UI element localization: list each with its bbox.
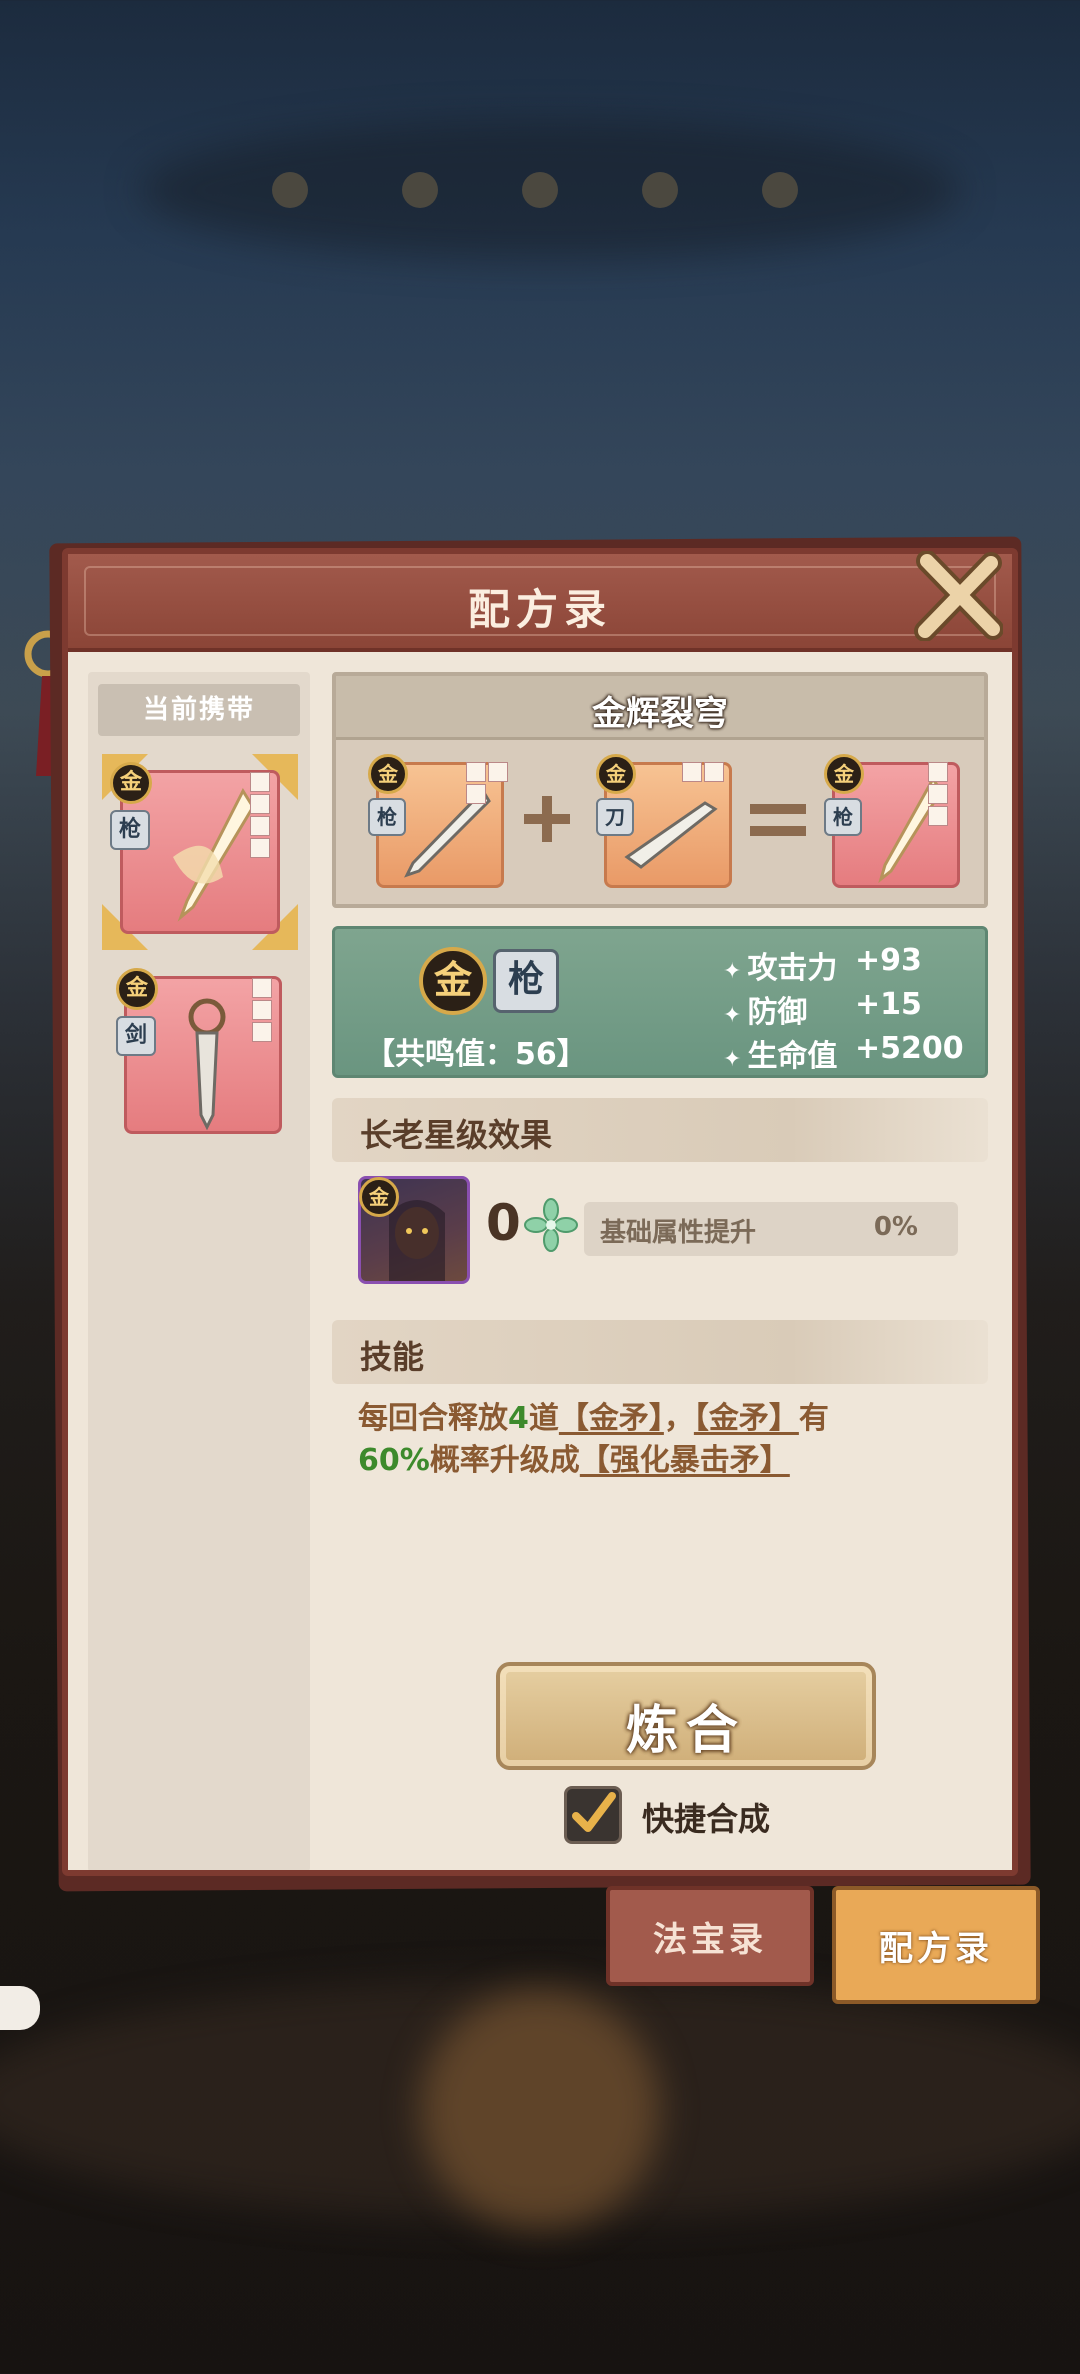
type-badge-large: 枪 bbox=[493, 949, 559, 1013]
grade-badge-large: 金 bbox=[419, 947, 487, 1015]
panel-header: 配方录 bbox=[68, 554, 1012, 652]
stat-defense: ✦ 防御 +15 bbox=[723, 987, 922, 1030]
plus-icon bbox=[524, 796, 570, 842]
equals-icon bbox=[750, 804, 806, 836]
attribute-boost-value: 0% bbox=[873, 1212, 918, 1242]
recipe-input-1[interactable]: 金 枪 bbox=[368, 754, 508, 890]
elder-avatar[interactable]: 金 bbox=[358, 1176, 470, 1284]
recipe-title-bar: 金辉裂穹 bbox=[336, 676, 984, 740]
chat-icon[interactable] bbox=[0, 1986, 40, 2030]
level-slots bbox=[250, 772, 270, 858]
elder-section-header: 长老星级效果 bbox=[332, 1098, 988, 1162]
type-badge: 剑 bbox=[116, 1016, 156, 1056]
tab-treasure-record[interactable]: 法宝录 bbox=[606, 1886, 814, 1986]
skill-section-title: 技能 bbox=[360, 1338, 425, 1376]
diamond-icon: ✦ bbox=[723, 959, 742, 984]
background-decoration bbox=[272, 172, 798, 208]
level-slots bbox=[928, 762, 948, 826]
star-count: 0 bbox=[486, 1194, 521, 1252]
blade-icon bbox=[624, 801, 718, 869]
type-badge: 枪 bbox=[368, 798, 406, 836]
recipe-panel: 配方录 当前携带 金 枪 金 剑 金辉裂穹 金 枪 金 刀 金 枪 金 枪 【共… bbox=[62, 548, 1018, 1876]
skill-link-golden-spear[interactable]: 【金矛】 bbox=[694, 1401, 799, 1436]
stat-hp: ✦ 生命值 +5200 bbox=[723, 1031, 964, 1074]
grade-badge: 金 bbox=[116, 968, 158, 1010]
skill-section-header: 技能 bbox=[332, 1320, 988, 1384]
spear-icon bbox=[173, 787, 255, 922]
diamond-icon: ✦ bbox=[723, 1003, 742, 1028]
attribute-boost-label: 基础属性提升 bbox=[600, 1218, 757, 1248]
skill-description: 每回合释放4道【金矛】，【金矛】有 60%概率升级成【强化暴击矛】 bbox=[358, 1401, 829, 1478]
tab-recipe-record[interactable]: 配方录 bbox=[832, 1886, 1040, 2004]
grade-badge: 金 bbox=[368, 754, 408, 794]
sword-icon bbox=[188, 998, 226, 1131]
grade-badge: 金 bbox=[359, 1177, 399, 1217]
grade-badge: 金 bbox=[110, 762, 152, 804]
panel-title: 配方录 bbox=[467, 585, 612, 634]
level-slots bbox=[466, 762, 508, 804]
item-stats: 金 枪 【共鸣值：56】 ✦ 攻击力 +93 ✦ 防御 +15 ✦ 生命值 +5200 bbox=[332, 926, 988, 1078]
grade-badge: 金 bbox=[596, 754, 636, 794]
quick-synth-checkbox[interactable] bbox=[564, 1786, 622, 1844]
carried-item-selected[interactable]: 金 枪 bbox=[102, 754, 298, 950]
close-button[interactable] bbox=[910, 548, 1006, 644]
stat-attack: ✦ 攻击力 +93 bbox=[723, 943, 922, 986]
type-badge: 枪 bbox=[110, 810, 150, 850]
quick-synth-label: 快捷合成 bbox=[642, 1800, 771, 1838]
recipe-formula: 金辉裂穹 金 枪 金 刀 金 枪 bbox=[332, 672, 988, 908]
grade-badge: 金 bbox=[824, 754, 864, 794]
skill-link-enhanced-crit-spear[interactable]: 【强化暴击矛】 bbox=[580, 1443, 790, 1478]
carried-label: 当前携带 bbox=[98, 684, 300, 736]
type-badge: 枪 bbox=[824, 798, 862, 836]
attribute-boost-bar: 基础属性提升 0% bbox=[584, 1202, 958, 1256]
level-slots bbox=[252, 978, 272, 1042]
background-center-orb bbox=[420, 1990, 660, 2230]
type-badge: 刀 bbox=[596, 798, 634, 836]
diamond-icon: ✦ bbox=[723, 1047, 742, 1072]
level-slots bbox=[682, 762, 724, 782]
carried-items-column: 当前携带 金 枪 金 剑 bbox=[88, 672, 310, 1870]
skill-link-golden-spear[interactable]: 【金矛】 bbox=[559, 1401, 664, 1436]
checkmark-icon bbox=[572, 1792, 616, 1832]
recipe-output[interactable]: 金 枪 bbox=[824, 754, 962, 890]
resonance-value: 【共鸣值：56】 bbox=[365, 1037, 587, 1072]
close-icon bbox=[914, 551, 1003, 641]
star-flower-icon bbox=[524, 1198, 578, 1252]
recipe-input-2[interactable]: 金 刀 bbox=[596, 754, 734, 890]
refine-button[interactable]: 炼合 bbox=[496, 1662, 876, 1770]
elder-section-title: 长老星级效果 bbox=[360, 1116, 553, 1154]
carried-item[interactable]: 金 剑 bbox=[116, 968, 286, 1138]
recipe-name: 金辉裂穹 bbox=[592, 694, 728, 734]
